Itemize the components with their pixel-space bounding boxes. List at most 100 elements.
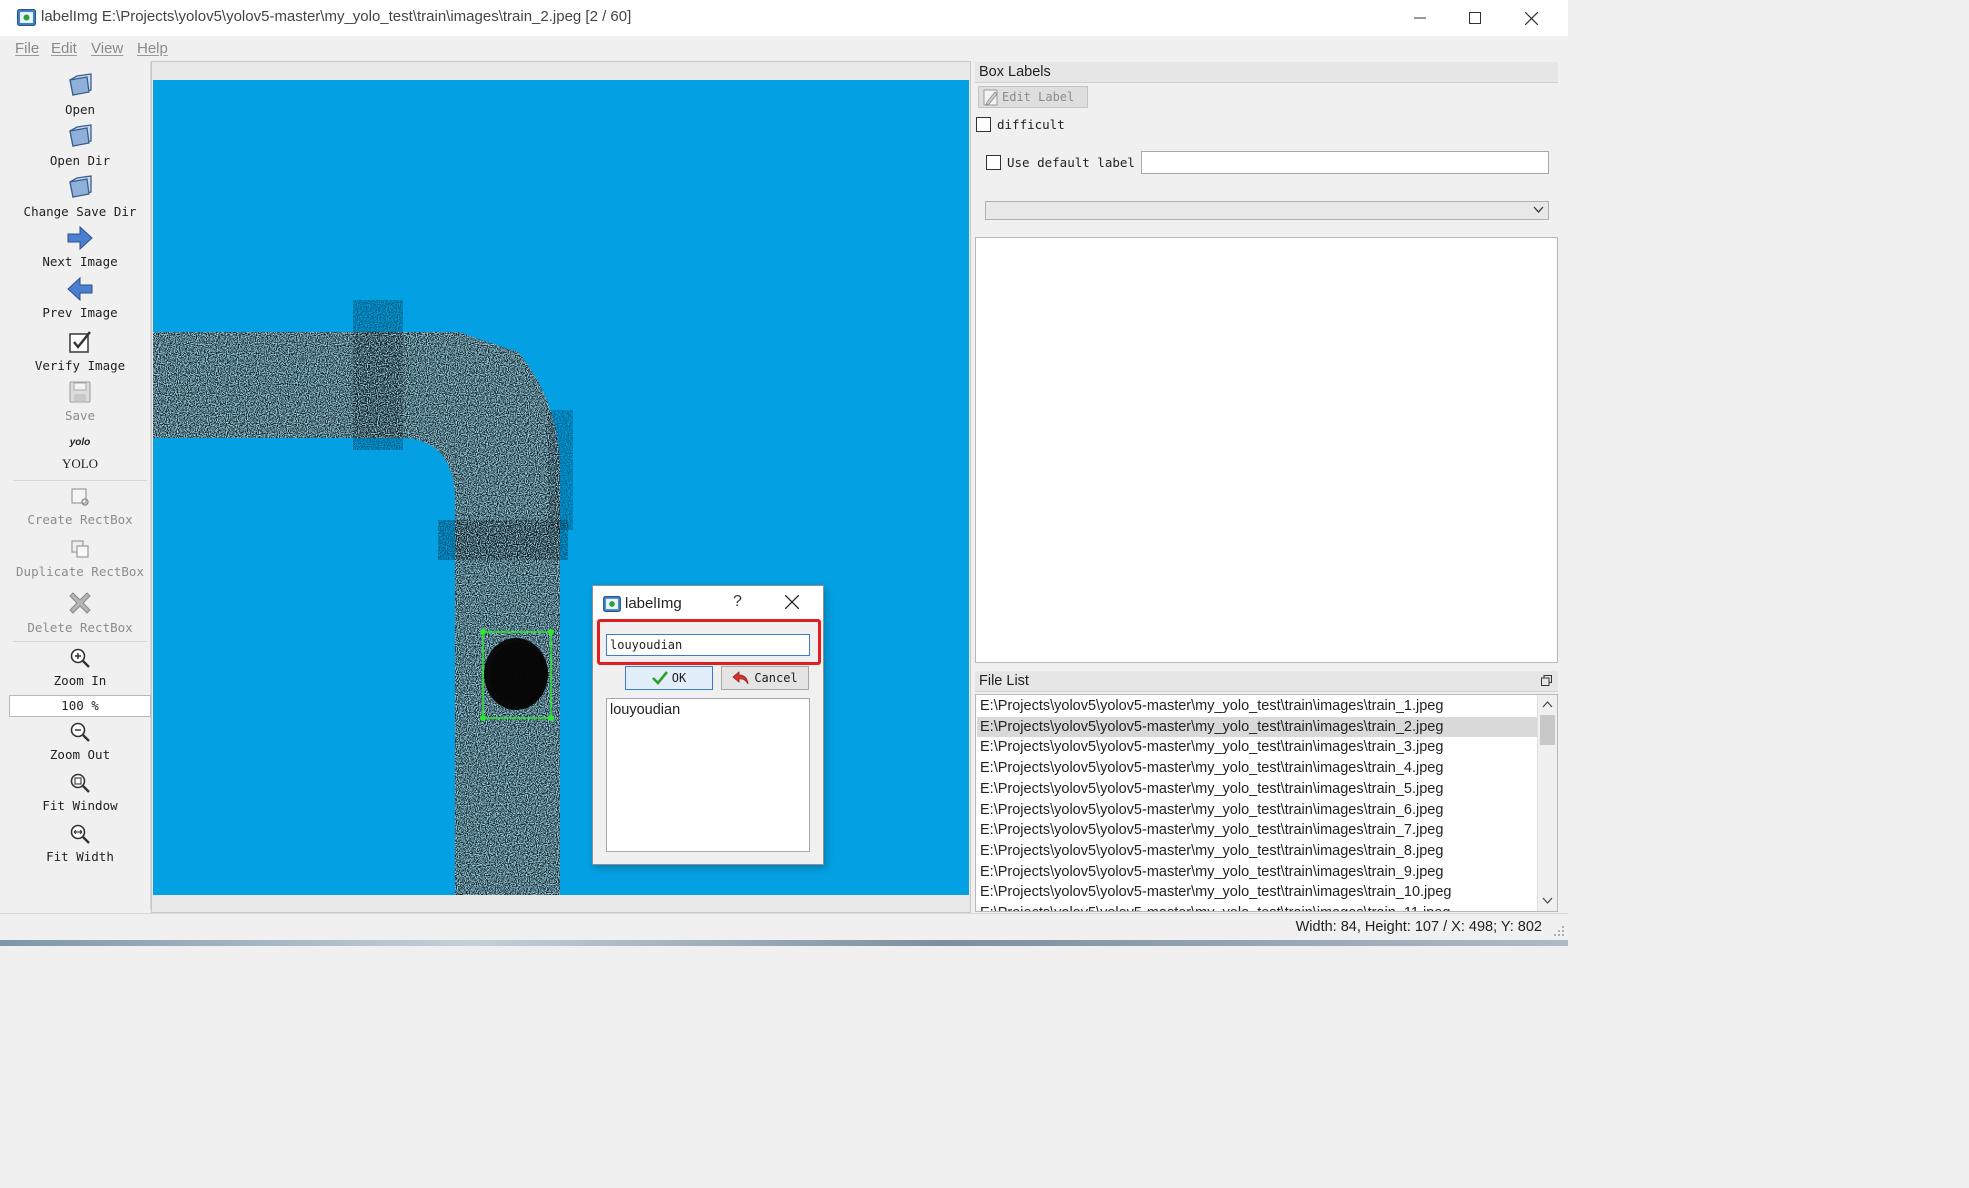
- minimize-icon: [1414, 17, 1426, 19]
- file-list-item[interactable]: E:\Projects\yolov5\yolov5-master\my_yolo…: [977, 862, 1537, 883]
- menu-view[interactable]: View: [91, 40, 123, 57]
- edit-label-text: Edit Label: [1002, 90, 1075, 104]
- close-icon[interactable]: [785, 595, 799, 609]
- app-icon: [17, 9, 36, 26]
- fit-width-label: Fit Width: [46, 849, 114, 864]
- file-list-title: File List: [979, 673, 1029, 689]
- delete-icon: [69, 592, 91, 614]
- checkbox-icon: [69, 331, 91, 353]
- open-label: Open: [64, 102, 96, 117]
- file-list-item[interactable]: E:\Projects\yolov5\yolov5-master\my_yolo…: [977, 737, 1537, 758]
- image-canvas[interactable]: [153, 80, 969, 895]
- file-list-item[interactable]: E:\Projects\yolov5\yolov5-master\my_yolo…: [977, 882, 1537, 903]
- scroll-up-icon[interactable]: [1542, 701, 1553, 708]
- resize-grip-icon[interactable]: [1554, 926, 1565, 937]
- verify-image-button[interactable]: Verify Image: [9, 330, 151, 373]
- menu-bar: File Edit View Help: [0, 36, 1568, 60]
- undo-icon: [732, 671, 749, 685]
- fit-width-button[interactable]: Fit Width: [9, 823, 151, 864]
- change-save-dir-button[interactable]: Change Save Dir: [9, 174, 151, 219]
- file-list-item[interactable]: E:\Projects\yolov5\yolov5-master\my_yolo…: [977, 758, 1537, 779]
- save-label: Save: [64, 408, 96, 423]
- highlight-annotation: [597, 619, 821, 665]
- close-icon: [1524, 11, 1538, 25]
- cancel-label: Cancel: [754, 671, 798, 685]
- label-list[interactable]: [975, 237, 1558, 663]
- file-list-scrollbar[interactable]: [1537, 695, 1557, 911]
- folder-icon: [69, 175, 92, 198]
- menu-file[interactable]: File: [15, 40, 39, 57]
- prev-image-button[interactable]: Prev Image: [9, 277, 151, 320]
- next-image-button[interactable]: Next Image: [9, 226, 151, 269]
- scrollbar-thumb[interactable]: [1540, 715, 1555, 745]
- float-dock-icon[interactable]: [1541, 675, 1552, 686]
- fit-window-label: Fit Window: [42, 798, 118, 813]
- fit-window-button[interactable]: Fit Window: [9, 772, 151, 813]
- maximize-icon: [1469, 12, 1481, 24]
- difficult-label: difficult: [997, 117, 1065, 132]
- file-list-item[interactable]: E:\Projects\yolov5\yolov5-master\my_yolo…: [977, 779, 1537, 800]
- cancel-button[interactable]: Cancel: [721, 666, 809, 690]
- edit-icon: [983, 89, 998, 106]
- open-dir-button[interactable]: Open Dir: [9, 123, 151, 168]
- folder-icon: [69, 124, 92, 147]
- maximize-button[interactable]: [1447, 0, 1503, 36]
- verify-image-label: Verify Image: [34, 358, 126, 373]
- window-title: labelImg E:\Projects\yolov5\yolov5-maste…: [41, 8, 632, 25]
- label-suggestion-list[interactable]: louyoudian: [606, 698, 810, 852]
- open-dir-label: Open Dir: [49, 153, 111, 168]
- dialog-title: labelImg: [625, 595, 682, 612]
- list-item[interactable]: louyoudian: [610, 702, 680, 718]
- ok-button[interactable]: OK: [625, 666, 713, 690]
- zoom-out-icon: [70, 722, 90, 742]
- file-list-item[interactable]: E:\Projects\yolov5\yolov5-master\my_yolo…: [977, 696, 1537, 717]
- status-text: Width: 84, Height: 107 / X: 498; Y: 802: [1295, 919, 1542, 935]
- create-rectbox-button[interactable]: Create RectBox: [9, 486, 151, 527]
- save-icon: [69, 381, 91, 403]
- minimize-button[interactable]: [1392, 0, 1448, 36]
- menu-help[interactable]: Help: [137, 40, 168, 57]
- dialog-title-bar: labelImg ?: [593, 586, 823, 620]
- file-list-item[interactable]: E:\Projects\yolov5\yolov5-master\my_yolo…: [977, 903, 1537, 911]
- file-list-header: File List: [975, 671, 1558, 692]
- zoom-out-button[interactable]: Zoom Out: [9, 721, 151, 762]
- zoom-value-field[interactable]: 100 %: [9, 695, 151, 717]
- difficult-checkbox[interactable]: [976, 117, 991, 132]
- duplicate-rectbox-label: Duplicate RectBox: [16, 564, 144, 579]
- help-button[interactable]: ?: [733, 593, 742, 611]
- title-bar: labelImg E:\Projects\yolov5\yolov5-maste…: [0, 0, 1568, 36]
- format-button[interactable]: yolo YOLO: [9, 434, 151, 472]
- ok-label: OK: [671, 671, 687, 685]
- open-button[interactable]: Open: [9, 72, 151, 117]
- folder-icon: [69, 73, 92, 96]
- check-icon: [651, 671, 668, 685]
- label-combo-box[interactable]: [985, 201, 1549, 220]
- app-icon: [603, 596, 621, 612]
- create-rectbox-label: Create RectBox: [27, 512, 133, 527]
- rect-icon: [71, 488, 89, 506]
- edit-label-button[interactable]: Edit Label: [978, 86, 1088, 108]
- delete-rectbox-label: Delete RectBox: [27, 620, 133, 635]
- scroll-down-icon[interactable]: [1542, 897, 1553, 904]
- change-save-dir-label: Change Save Dir: [23, 204, 137, 219]
- save-button[interactable]: Save: [9, 380, 151, 423]
- duplicate-rectbox-button[interactable]: Duplicate RectBox: [9, 538, 151, 579]
- desktop-background: [0, 940, 1568, 946]
- fit-width-icon: [70, 824, 90, 844]
- file-list-item[interactable]: E:\Projects\yolov5\yolov5-master\my_yolo…: [977, 841, 1537, 862]
- toolbar: Open Open Dir Change Save Dir Next Image…: [9, 62, 151, 910]
- file-list[interactable]: E:\Projects\yolov5\yolov5-master\my_yolo…: [975, 694, 1558, 912]
- delete-rectbox-button[interactable]: Delete RectBox: [9, 590, 151, 635]
- zoom-in-button[interactable]: Zoom In: [9, 647, 151, 688]
- file-list-item[interactable]: E:\Projects\yolov5\yolov5-master\my_yolo…: [977, 820, 1537, 841]
- use-default-label-checkbox[interactable]: [986, 155, 1001, 170]
- default-label-input[interactable]: [1141, 151, 1549, 174]
- close-window-button[interactable]: [1503, 0, 1559, 36]
- format-label: YOLO: [61, 456, 99, 471]
- menu-edit[interactable]: Edit: [51, 40, 77, 57]
- leak-spot-texture: [490, 642, 546, 706]
- file-list-item[interactable]: E:\Projects\yolov5\yolov5-master\my_yolo…: [977, 800, 1537, 821]
- file-list-item[interactable]: E:\Projects\yolov5\yolov5-master\my_yolo…: [977, 716, 1537, 738]
- texture-overspray: [548, 410, 573, 530]
- box-labels-title: Box Labels: [979, 64, 1051, 80]
